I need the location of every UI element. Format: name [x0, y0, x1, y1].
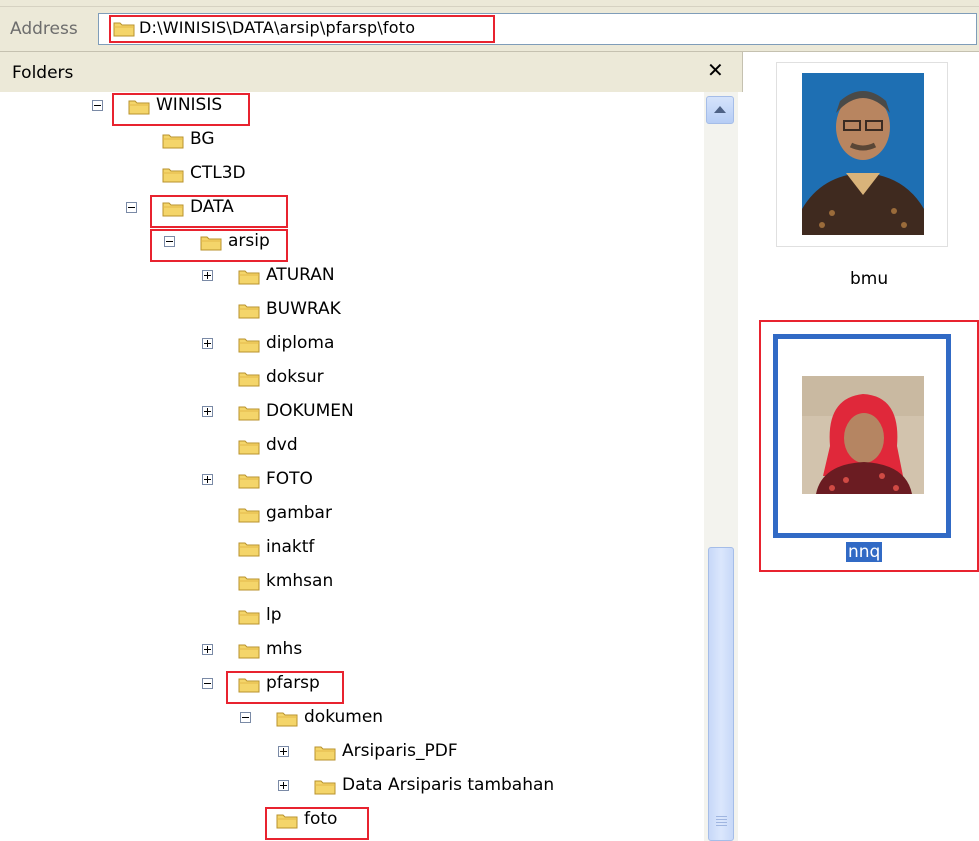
address-bar: Address D:\WINISIS\DATA\arsip\pfarsp\fot… [0, 7, 979, 52]
tree-node[interactable]: ATURAN [202, 262, 742, 290]
scroll-thumb[interactable] [708, 547, 734, 841]
folder-icon [238, 268, 260, 285]
photo-image [802, 376, 924, 494]
tree-node[interactable]: doksur [202, 364, 742, 392]
tree-node-label: CTL3D [190, 163, 246, 183]
folder-icon [162, 132, 184, 149]
highlight-box [112, 93, 250, 126]
tree-node-label: dvd [266, 435, 298, 455]
collapse-minus-icon[interactable] [92, 100, 103, 111]
tree-node[interactable]: dvd [202, 432, 742, 460]
thumbnail-nnq[interactable] [773, 334, 951, 538]
thumbnail-caption[interactable]: nnq [846, 542, 883, 562]
tree-node[interactable]: FOTO [202, 466, 742, 494]
folder-icon [314, 778, 336, 795]
tree-node[interactable]: BG [126, 126, 726, 154]
folders-title: Folders [12, 63, 74, 83]
tree-node-label: DOKUMEN [266, 401, 354, 421]
tree-node-label: diploma [266, 333, 335, 353]
photo-image [802, 73, 924, 235]
tree-node-label: inaktf [266, 537, 315, 557]
folder-icon [162, 166, 184, 183]
tree-node[interactable]: kmhsan [202, 568, 742, 596]
highlight-box [150, 229, 288, 262]
tree-node-label: FOTO [266, 469, 313, 489]
tree-node[interactable]: BUWRAK [202, 296, 742, 324]
folder-icon [238, 404, 260, 421]
expand-plus-icon[interactable] [202, 270, 213, 281]
tree-node[interactable]: Data Arsiparis tambahan [278, 772, 742, 800]
tree-node-label: mhs [266, 639, 303, 659]
tree-node[interactable]: diploma [202, 330, 742, 358]
tree-node[interactable]: inaktf [202, 534, 742, 562]
tree-node[interactable]: gambar [202, 500, 742, 528]
tree-node-label: BG [190, 129, 215, 149]
collapse-minus-icon[interactable] [240, 712, 251, 723]
tree-node[interactable]: mhs [202, 636, 742, 664]
tree-node-label: dokumen [304, 707, 384, 727]
tree-node-label: gambar [266, 503, 332, 523]
folder-icon [238, 608, 260, 625]
highlight-box [265, 807, 369, 840]
collapse-minus-icon[interactable] [126, 202, 137, 213]
expand-plus-icon[interactable] [202, 338, 213, 349]
highlight-box [150, 195, 288, 228]
tree-node-label: lp [266, 605, 282, 625]
tree-node-label: Arsiparis_PDF [342, 741, 458, 761]
folder-tree: WINISIS BG CTL3D DATA arsip ATURAN BUWRAK diplo… [0, 92, 742, 841]
expand-plus-icon[interactable] [202, 644, 213, 655]
toolbar-strip [0, 0, 979, 7]
thumbnail-caption[interactable]: bmu [850, 269, 888, 289]
tree-node[interactable]: Arsiparis_PDF [278, 738, 742, 766]
folder-icon [238, 540, 260, 557]
thumbnail-pane: bmu nnq [743, 52, 979, 841]
tree-node[interactable]: DOKUMEN [202, 398, 742, 426]
folder-icon [276, 710, 298, 727]
folder-icon [238, 574, 260, 591]
tree-scrollbar[interactable] [704, 92, 738, 841]
folder-icon [238, 642, 260, 659]
highlight-box [109, 15, 495, 43]
address-label: Address [10, 19, 78, 39]
tree-node-label: ATURAN [266, 265, 335, 285]
tree-node[interactable]: lp [202, 602, 742, 630]
tree-node[interactable]: CTL3D [126, 160, 726, 188]
address-input[interactable]: D:\WINISIS\DATA\arsip\pfarsp\foto [98, 13, 977, 45]
folders-pane-header: Folders ✕ [0, 52, 743, 92]
folder-icon [238, 438, 260, 455]
tree-node-label: Data Arsiparis tambahan [342, 775, 555, 795]
folder-icon [238, 506, 260, 523]
tree-node-label: doksur [266, 367, 324, 387]
tree-node-label: kmhsan [266, 571, 334, 591]
highlight-box [226, 671, 344, 704]
folder-icon [238, 370, 260, 387]
scroll-up-button[interactable] [706, 96, 734, 124]
close-icon[interactable]: ✕ [707, 58, 724, 82]
folder-icon [238, 302, 260, 319]
tree-node[interactable]: dokumen [240, 704, 742, 732]
thumbnail-bmu[interactable] [776, 62, 948, 247]
expand-plus-icon[interactable] [278, 780, 289, 791]
folder-icon [238, 336, 260, 353]
expand-plus-icon[interactable] [202, 474, 213, 485]
tree-node-label: BUWRAK [266, 299, 341, 319]
expand-plus-icon[interactable] [278, 746, 289, 757]
collapse-minus-icon[interactable] [202, 678, 213, 689]
expand-plus-icon[interactable] [202, 406, 213, 417]
folder-icon [238, 472, 260, 489]
folder-icon [314, 744, 336, 761]
